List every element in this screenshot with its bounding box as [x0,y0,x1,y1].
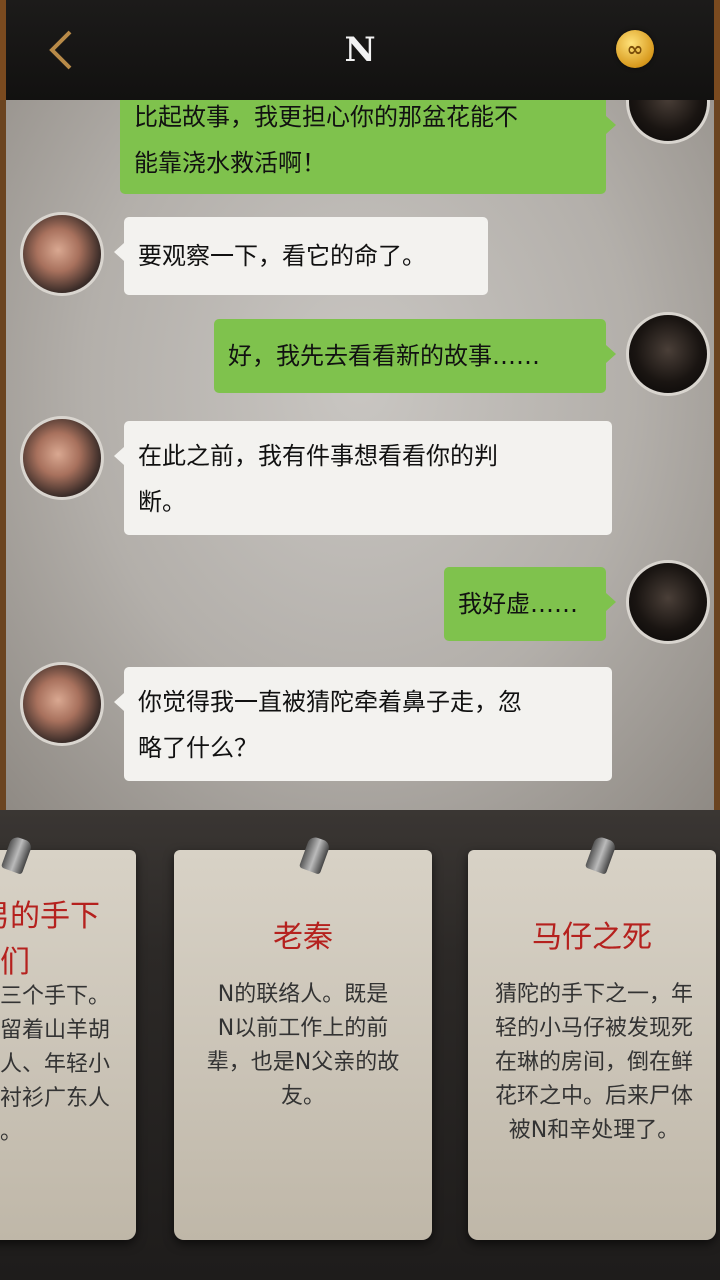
card-text-line: N以前工作上的前 [217,1016,389,1041]
card-text-line: 友。 [280,1084,325,1109]
npc-avatar [20,212,104,296]
card-description: 猜陀的手下之一，年 轻的小马仔被发现死 在琳的房间，倒在鲜 花环之中。后来尸体 … [478,978,710,1148]
clue-cards-carousel[interactable]: 男的手下 们 三个手下。 留着山羊胡 人、年轻小 衬衫广东人 。 老秦 N的联络… [0,810,720,1280]
player-avatar [626,100,710,144]
card-title: 老秦 [273,920,333,955]
message-line: 你觉得我一直被猜陀牵着鼻子走，忽 [138,688,522,716]
player-avatar [626,312,710,396]
card-title: 马仔之死 [532,920,652,955]
page-title: N [344,30,376,70]
message-line: 好，我先去看看新的故事…… [228,342,540,370]
chat-area[interactable]: 比起故事，我更担心你的那盆花能不 能靠浇水救活啊！ 要观察一下，看它的命了。 好… [0,100,720,810]
npc-avatar [20,662,104,746]
card-text-line: 人、年轻小 [0,1052,111,1077]
chat-bubble-player: 我好虚…… [444,567,616,641]
chat-bubble-npc: 要观察一下，看它的命了。 [114,217,488,295]
card-title: 男的手下 们 [0,894,136,986]
top-bar: N ∞ [0,0,720,100]
card-text-line: 辈，也是N父亲的故 [206,1050,400,1075]
card-text-line: 在琳的房间，倒在鲜 [494,1050,693,1075]
clue-card[interactable]: 男的手下 们 三个手下。 留着山羊胡 人、年轻小 衬衫广东人 。 [0,850,136,1240]
infinity-coin-icon[interactable]: ∞ [616,30,654,68]
card-text-line: 猜陀的手下之一，年 [494,982,693,1007]
card-text-line: 。 [0,1120,23,1145]
card-text-line: 花环之中。后来尸体 [494,1084,693,1109]
card-title-line: 男的手下 [0,899,100,934]
card-text-line: 被N和辛处理了。 [508,1118,680,1143]
message-line: 断。 [138,488,186,516]
chat-bubble-npc: 在此之前，我有件事想看看你的判 断。 [114,421,612,535]
card-text-line: 三个手下。 [0,984,111,1009]
chat-bubble-player: 好，我先去看看新的故事…… [214,319,616,393]
card-text-line: 轻的小马仔被发现死 [494,1016,693,1041]
clue-card[interactable]: 老秦 N的联络人。既是 N以前工作上的前 辈，也是N父亲的故 友。 [174,850,432,1240]
clue-card[interactable]: 马仔之死 猜陀的手下之一，年 轻的小马仔被发现死 在琳的房间，倒在鲜 花环之中。… [468,850,716,1240]
player-avatar [626,560,710,644]
message-line: 我好虚…… [458,590,578,618]
card-description: 三个手下。 留着山羊胡 人、年轻小 衬衫广东人 。 [0,980,128,1150]
npc-avatar [20,416,104,500]
message-line: 要观察一下，看它的命了。 [138,242,426,270]
message-line: 略了什么？ [138,734,258,762]
card-text-line: 衬衫广东人 [0,1086,111,1111]
card-description: N的联络人。既是 N以前工作上的前 辈，也是N父亲的故 友。 [192,978,414,1114]
message-line: 能靠浇水救活啊！ [134,149,326,177]
chat-bubble-npc: 你觉得我一直被猜陀牵着鼻子走，忽 略了什么？ [114,667,612,781]
chat-bubble-player: 比起故事，我更担心你的那盆花能不 能靠浇水救活啊！ [120,100,616,194]
card-text-line: 留着山羊胡 [0,1018,111,1043]
message-line: 在此之前，我有件事想看看你的判 [138,442,498,470]
card-text-line: N的联络人。既是 [217,982,389,1007]
message-line: 比起故事，我更担心你的那盆花能不 [134,103,518,131]
